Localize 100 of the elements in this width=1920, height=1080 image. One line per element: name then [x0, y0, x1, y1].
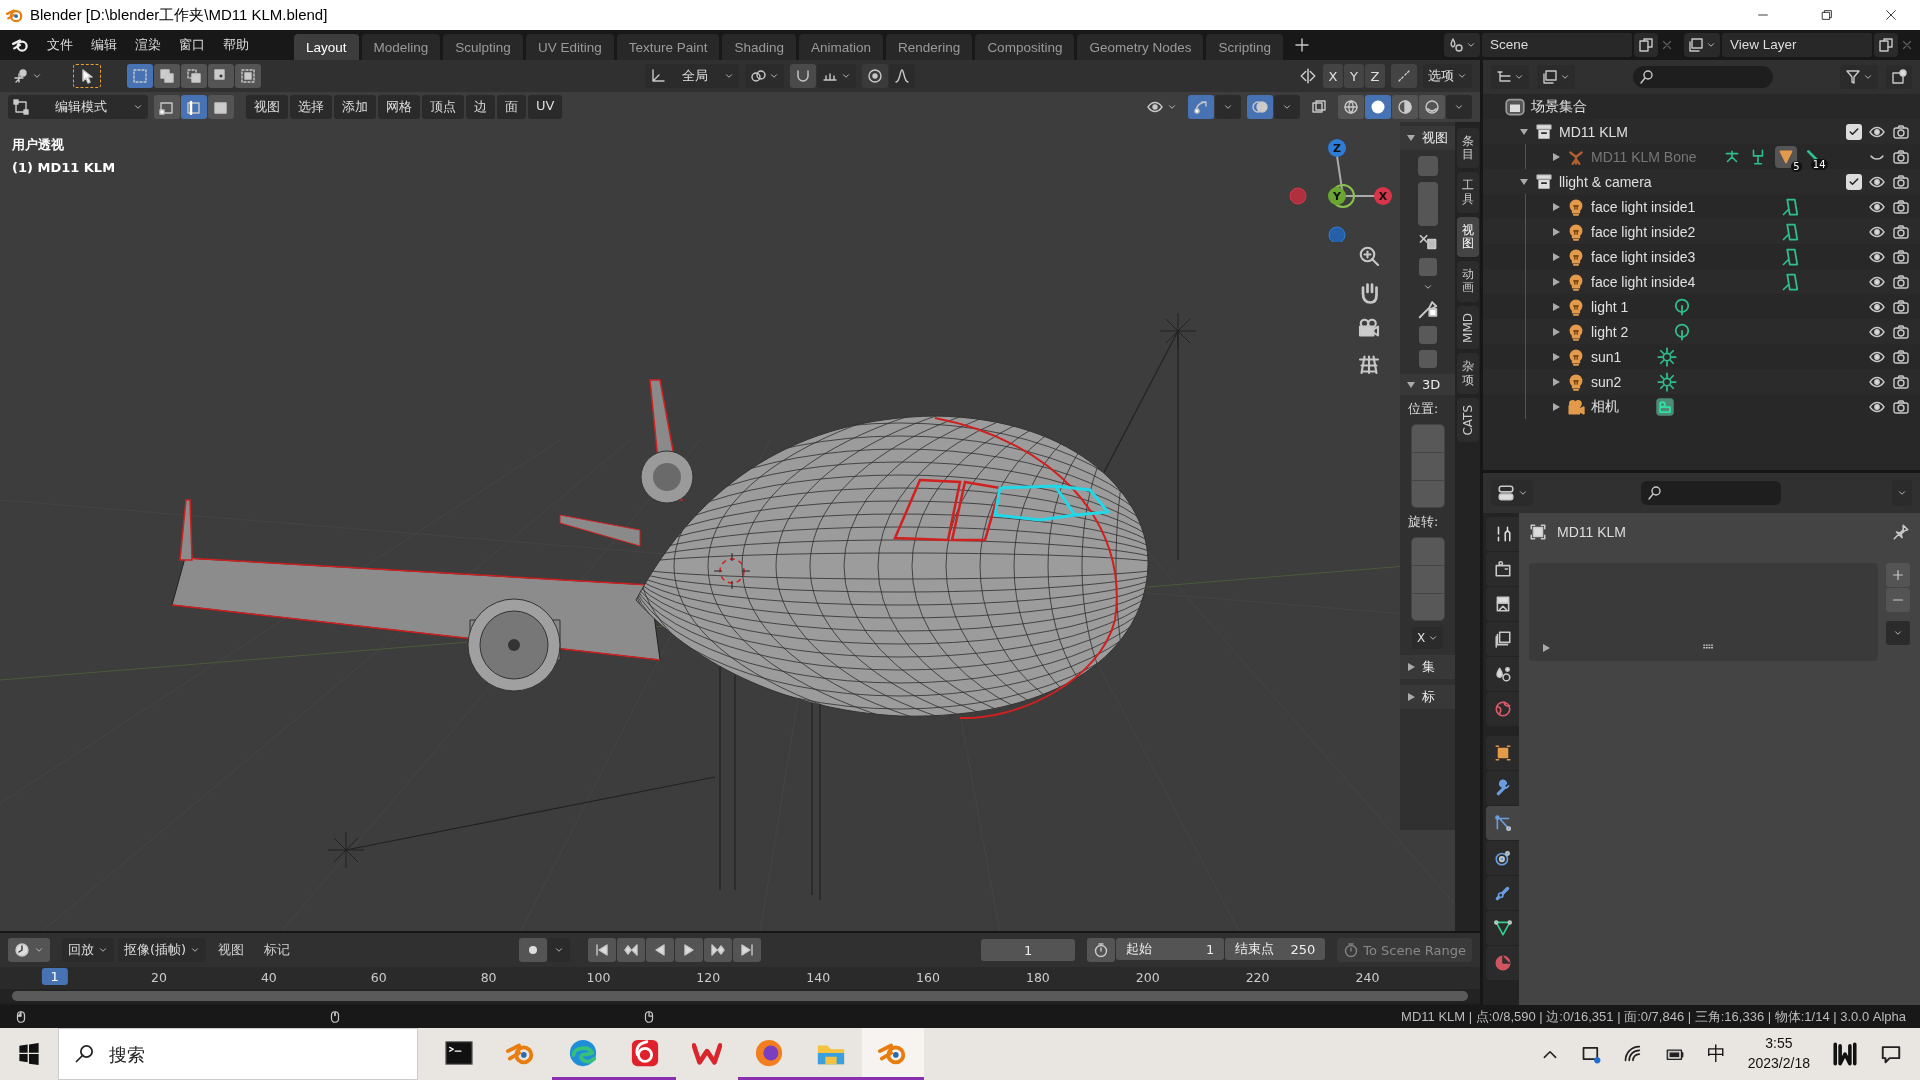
panel-title: 标 — [1422, 688, 1435, 706]
frame-number: 200 — [1135, 970, 1160, 985]
item-name: MD11 KLM — [1559, 123, 1628, 140]
clock-time: 3:55 — [1765, 1034, 1793, 1054]
workspace-tab[interactable]: Animation — [799, 34, 884, 60]
window-title: Blender [D:\blender工作夹\MD11 KLM.blend] — [30, 5, 328, 25]
menu-item[interactable]: 选择 — [290, 95, 332, 119]
scene-field[interactable]: Scene — [1482, 33, 1632, 57]
options-dropdown[interactable]: 选项 — [1423, 64, 1472, 88]
item-name: sun2 — [1591, 373, 1622, 390]
clock[interactable]: 3:55 2023/2/18 — [1747, 1034, 1810, 1074]
menu-item[interactable]: 网格 — [378, 95, 420, 119]
menu-item[interactable]: 视图 — [246, 95, 288, 119]
menu-item[interactable]: 边 — [466, 95, 495, 119]
view-layer-field[interactable]: View Layer — [1722, 33, 1872, 57]
search-field[interactable]: 搜索 — [58, 1028, 418, 1080]
panel-header[interactable]: 标 — [1400, 685, 1455, 709]
playback-dropdown[interactable]: 回放 — [62, 938, 114, 962]
workspace-tab[interactable]: Shading — [722, 34, 797, 60]
item-name: 相机 — [1591, 397, 1619, 416]
item-name: face light inside1 — [1591, 198, 1696, 215]
item-name: MD11 KLM Bone — [1591, 148, 1697, 165]
field-label: 结束点 — [1235, 940, 1275, 958]
workspace-tab[interactable]: Geometry Nodes — [1077, 34, 1204, 60]
field-label: 起始 — [1126, 940, 1153, 958]
frame-number: 160 — [916, 970, 940, 985]
frame-number: 180 — [1025, 970, 1050, 985]
menu-item[interactable]: 视图 — [210, 938, 253, 962]
panel-title: 视图 — [1422, 129, 1448, 147]
orientation-dropdown[interactable]: 全局 — [645, 64, 739, 88]
frame-number: 80 — [480, 970, 497, 985]
navigation-gizmo[interactable]: Z Y X — [1285, 130, 1395, 242]
menu-item[interactable]: 标记 — [256, 938, 299, 962]
workspace-tab[interactable]: Texture Paint — [616, 34, 720, 60]
mode-dropdown[interactable]: 编辑模式 — [8, 95, 148, 119]
frame-number: 40 — [260, 970, 277, 985]
sidebar-tab[interactable]: MMD — [1456, 305, 1479, 350]
object-name: MD11 KLM — [1557, 524, 1626, 540]
current-frame-field[interactable]: 1 — [981, 939, 1076, 961]
playhead[interactable]: 1 — [41, 968, 68, 985]
status-text: MD11 KLM | 点:0/8,590 | 边:0/16,351 | 面:0/7,846 | 三角:16,336 | 物体:1/14 | 3.0.0 Alpha — [1401, 1007, 1906, 1026]
frame-number: 60 — [370, 970, 387, 985]
panel-header[interactable]: 集 — [1400, 655, 1455, 679]
menu-item[interactable]: 帮助 — [214, 32, 258, 58]
outliner-row[interactable]: 场景集合 — [1483, 94, 1920, 119]
sidebar-tab[interactable]: 视图 — [1456, 216, 1479, 258]
sidebar-tab[interactable]: 工具 — [1456, 172, 1479, 213]
workspace-tab[interactable]: Modeling — [361, 34, 441, 60]
item-name: sun1 — [1591, 348, 1622, 365]
field-label: 位置: — [1408, 401, 1439, 418]
workspace-tab[interactable]: Compositing — [975, 34, 1075, 60]
workspace-tab[interactable]: Layout — [294, 34, 359, 60]
item-name: 场景集合 — [1531, 97, 1587, 116]
workspace-tab[interactable]: Sculpting — [443, 34, 523, 60]
menu-item[interactable]: 文件 — [38, 32, 82, 58]
panel-title: 集 — [1422, 658, 1435, 676]
frame-number: 140 — [806, 970, 831, 985]
workspace-tab[interactable]: UV Editing — [525, 34, 614, 60]
count-badge: 14 — [1810, 158, 1828, 170]
item-name: face light inside3 — [1591, 248, 1696, 265]
axis-dropdown[interactable]: X — [1411, 627, 1444, 649]
input-method-indicator[interactable]: 中 — [1706, 1041, 1726, 1067]
frame-number: 100 — [586, 970, 611, 985]
mirror-axis-button[interactable]: Y — [1344, 64, 1364, 88]
field-label: 旋转: — [1408, 514, 1439, 531]
field-value: 1 — [1205, 941, 1215, 957]
panel-title: 3D — [1422, 377, 1441, 392]
menu-item[interactable]: 面 — [497, 95, 526, 119]
start-frame-field[interactable]: 起始 1 — [1116, 938, 1225, 960]
item-name: light 1 — [1591, 298, 1629, 315]
mirror-axis-button[interactable]: X — [1323, 64, 1343, 88]
menu-item[interactable]: 窗口 — [170, 32, 214, 58]
keying-dropdown[interactable]: 抠像(插帧) — [118, 938, 207, 962]
panel-header[interactable]: 视图 — [1400, 126, 1455, 150]
sidebar-tab[interactable]: 条目 — [1456, 128, 1479, 169]
sidebar-tab[interactable]: CATS — [1456, 397, 1479, 443]
sidebar-tab[interactable]: 杂项 — [1456, 353, 1479, 394]
item-name: face light inside4 — [1591, 273, 1696, 290]
workspace-tab[interactable]: Scripting — [1206, 34, 1283, 60]
menu-item[interactable]: 渲染 — [126, 32, 170, 58]
frame-number: 20 — [151, 970, 167, 985]
menu-item[interactable]: 添加 — [334, 95, 376, 119]
item-name: face light inside2 — [1591, 223, 1696, 240]
mirror-axis-button[interactable]: Z — [1365, 64, 1385, 88]
menu-item[interactable]: 顶点 — [422, 95, 464, 119]
menu-item[interactable]: UV — [528, 95, 563, 119]
menu-item[interactable]: 编辑 — [82, 32, 126, 58]
panel-header[interactable]: 3D — [1400, 374, 1455, 395]
item-name: llight & camera — [1559, 173, 1652, 190]
frame-number: 120 — [696, 970, 721, 985]
end-frame-field[interactable]: 结束点 250 — [1225, 938, 1326, 960]
field-value: 250 — [1290, 941, 1316, 957]
clock-date: 2023/2/18 — [1747, 1054, 1810, 1073]
count-badge: 5 — [1791, 160, 1802, 172]
outliner-row[interactable]: 相机 — [1483, 394, 1920, 419]
view-name: 用户透视 — [12, 136, 64, 154]
workspace-tab[interactable]: Rendering — [886, 34, 973, 60]
object-name: (1) MD11 KLM — [12, 160, 116, 175]
sidebar-tab[interactable]: 动画 — [1456, 261, 1479, 302]
item-name: light 2 — [1591, 323, 1629, 340]
